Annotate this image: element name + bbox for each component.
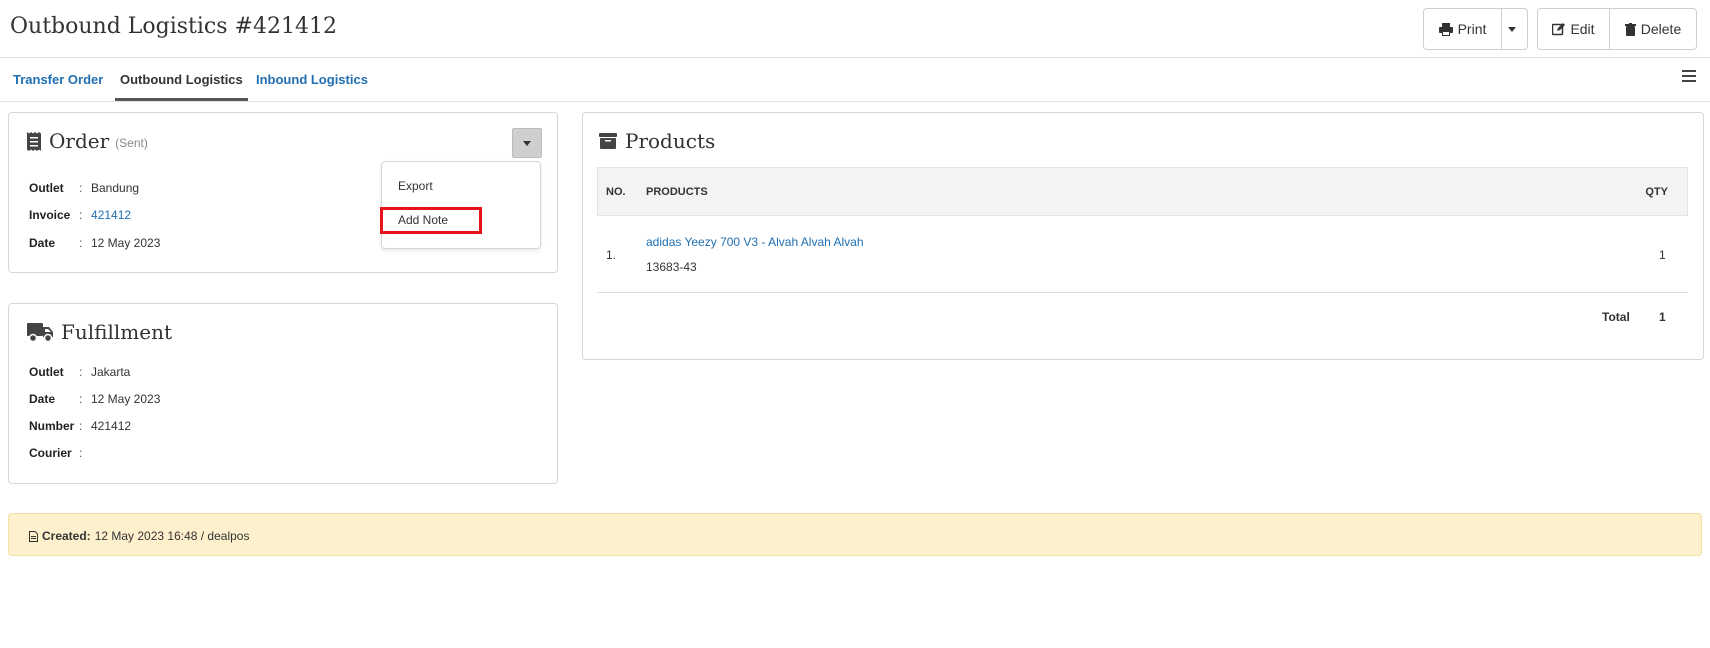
order-date-row: Date : 12 May 2023 [29, 236, 160, 250]
print-options-button[interactable] [1501, 9, 1527, 49]
page-header: Outbound Logistics #421412 Print Edit De… [0, 0, 1710, 58]
print-label: Print [1457, 21, 1487, 37]
order-date-value: 12 May 2023 [91, 236, 161, 250]
created-info-bar: Created: 12 May 2023 16:48 / dealpos [8, 513, 1702, 556]
tab-outbound-logistics[interactable]: Outbound Logistics [115, 58, 248, 101]
caret-down-icon [523, 140, 531, 146]
tab-inbound-logistics[interactable]: Inbound Logistics [256, 58, 368, 101]
box-icon [599, 133, 617, 149]
order-actions-toggle[interactable] [512, 128, 542, 158]
field-label: Outlet [29, 181, 64, 195]
field-separator: : [79, 236, 83, 250]
column-header-no: NO. [606, 186, 626, 198]
fulfillment-date-value: 12 May 2023 [91, 392, 161, 406]
tab-transfer-order[interactable]: Transfer Order [13, 58, 103, 101]
edit-button[interactable]: Edit [1538, 9, 1609, 49]
fulfillment-number-value: 421412 [91, 419, 132, 433]
fulfillment-courier-row: Courier : [29, 446, 91, 460]
order-status: (Sent) [115, 136, 148, 150]
field-separator: : [79, 392, 83, 406]
order-card-title: Order (Sent) [27, 129, 148, 153]
file-icon [29, 530, 38, 542]
highlight-box [380, 207, 482, 234]
field-separator: : [79, 419, 83, 433]
products-table-header: NO. PRODUCTS QTY [597, 167, 1688, 216]
edit-icon [1552, 22, 1566, 35]
page-title: Outbound Logistics #421412 [10, 14, 337, 39]
created-info: Created: 12 May 2023 16:48 / dealpos [29, 529, 249, 543]
trash-icon [1624, 22, 1636, 36]
row-divider [597, 292, 1688, 293]
field-separator: : [79, 208, 83, 222]
invoice-link[interactable]: 421412 [91, 208, 131, 222]
column-header-qty: QTY [1645, 186, 1668, 198]
fulfillment-outlet-row: Outlet : Jakarta [29, 365, 130, 379]
caret-down-icon [1508, 26, 1516, 32]
created-label: Created: [42, 529, 91, 543]
printer-icon [1438, 22, 1453, 36]
field-label: Date [29, 392, 56, 406]
product-qty: 1 [1659, 248, 1666, 262]
field-label: Date [29, 236, 56, 250]
fulfillment-card-title: Fulfillment [27, 320, 172, 344]
hamburger-menu-icon[interactable] [1682, 70, 1696, 82]
print-button-group: Print [1423, 8, 1528, 50]
field-label: Number [29, 419, 75, 433]
print-button[interactable]: Print [1424, 9, 1501, 49]
edit-delete-group: Edit Delete [1537, 8, 1697, 50]
order-outlet-value: Bandung [91, 181, 140, 195]
delete-button[interactable]: Delete [1609, 9, 1696, 49]
receipt-icon [27, 131, 41, 151]
row-number: 1. [606, 248, 617, 262]
menu-item-export[interactable]: Export [398, 179, 433, 193]
order-actions-menu: Export Add Note [381, 161, 541, 249]
order-outlet-row: Outlet : Bandung [29, 181, 139, 195]
total-label: Total [1602, 310, 1630, 324]
products-card-title: Products [599, 129, 715, 153]
order-title: Order [49, 129, 110, 153]
field-label: Invoice [29, 208, 71, 222]
column-header-products: PRODUCTS [646, 186, 708, 198]
fulfillment-date-row: Date : 12 May 2023 [29, 392, 160, 406]
field-label: Courier [29, 446, 72, 460]
product-sku: 13683-43 [646, 260, 697, 274]
fulfillment-outlet-value: Jakarta [91, 365, 131, 379]
fulfillment-title: Fulfillment [61, 320, 173, 344]
field-separator: : [79, 446, 83, 460]
created-value: 12 May 2023 16:48 / dealpos [94, 529, 250, 543]
fulfillment-number-row: Number : 421412 [29, 419, 131, 433]
total-value: 1 [1659, 310, 1666, 324]
fulfillment-card: Fulfillment Outlet : Jakarta Date : 12 M… [8, 303, 558, 484]
product-name-link[interactable]: adidas Yeezy 700 V3 - Alvah Alvah Alvah [646, 235, 864, 249]
field-separator: : [79, 365, 83, 379]
products-title: Products [625, 129, 716, 153]
tab-bar: Transfer Order Outbound Logistics Inboun… [0, 58, 1710, 102]
order-invoice-row: Invoice : 421412 [29, 208, 131, 222]
truck-icon [27, 322, 53, 342]
field-separator: : [79, 181, 83, 195]
delete-label: Delete [1640, 21, 1682, 37]
edit-label: Edit [1570, 21, 1595, 37]
field-label: Outlet [29, 365, 64, 379]
